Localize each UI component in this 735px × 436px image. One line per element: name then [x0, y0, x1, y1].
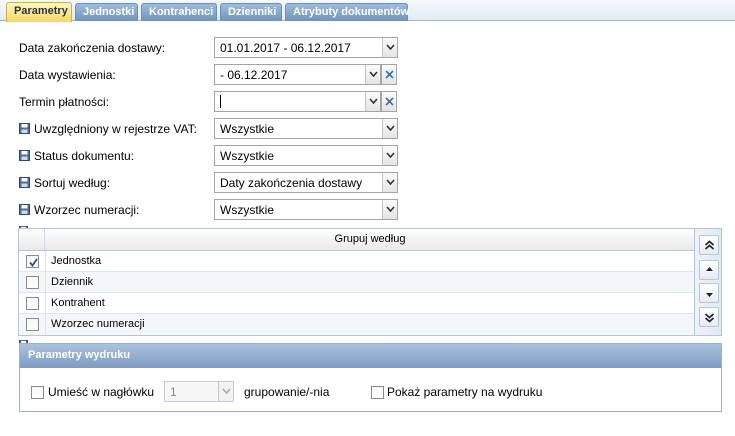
- payment-term-label: Termin płatności:: [19, 95, 110, 109]
- tab-label: Kontrahenci: [149, 6, 214, 18]
- row-checkbox[interactable]: [26, 297, 39, 310]
- delivery-date-value: 01.01.2017 - 06.12.2017: [220, 41, 351, 55]
- numbering-label-wrap: Wzorzec numeracji:: [19, 203, 139, 217]
- vat-register-value: Wszystkie: [220, 122, 274, 136]
- vat-register-combo[interactable]: Wszystkie: [214, 118, 398, 139]
- sort-by-label: Sortuj według:: [34, 176, 111, 190]
- move-down-button[interactable]: [699, 283, 719, 303]
- grid-header-title: Grupuj według: [334, 233, 406, 245]
- floppy-disk-icon[interactable]: [19, 204, 30, 215]
- row-label: Kontrahent: [45, 293, 105, 313]
- tab-label: Atrybuty dokumentów: [293, 6, 410, 18]
- issue-date-clear-button[interactable]: [381, 64, 397, 85]
- text-cursor: [220, 95, 221, 108]
- double-arrow-up-icon: [704, 240, 715, 250]
- tab-label: Parametry: [14, 5, 68, 17]
- row-checkbox[interactable]: [26, 276, 39, 289]
- payment-term-clear-button[interactable]: [381, 91, 397, 112]
- show-params-checkbox[interactable]: [371, 386, 384, 399]
- chevron-down-icon[interactable]: [365, 92, 380, 111]
- delivery-date-label: Data zakończenia dostawy:: [19, 41, 166, 55]
- header-grouping-label: Umieść w nagłówku: [48, 385, 155, 399]
- sort-by-combo[interactable]: Daty zakończenia dostawy: [214, 172, 398, 193]
- print-params-title: Parametry wydruku: [28, 349, 131, 361]
- numbering-label: Wzorzec numeracji:: [34, 203, 140, 217]
- numbering-combo[interactable]: Wszystkie: [214, 199, 398, 220]
- vat-register-label: Uwzględniony w rejestrze VAT:: [34, 122, 197, 136]
- floppy-disk-icon[interactable]: [19, 150, 30, 161]
- sort-by-label-wrap: Sortuj według:: [19, 176, 110, 190]
- chevron-down-icon[interactable]: [382, 119, 397, 138]
- chevron-down-icon[interactable]: [382, 38, 397, 57]
- show-params-label: Pokaż parametry na wydruku: [387, 385, 543, 399]
- print-params-header: Parametry wydruku: [20, 344, 721, 368]
- grouping-count-combo[interactable]: 1: [164, 381, 234, 402]
- doc-status-label-wrap: Status dokumentu:: [19, 149, 134, 163]
- tab-parametry[interactable]: Parametry: [6, 2, 72, 22]
- floppy-disk-icon[interactable]: [19, 177, 30, 188]
- tab-atrybuty-dokumentow[interactable]: Atrybuty dokumentów: [285, 3, 410, 21]
- tab-label: Dzienniki: [228, 6, 277, 18]
- issue-date-value: - 06.12.2017: [220, 68, 288, 82]
- tab-label: Jednostki: [83, 6, 135, 18]
- checkmark-icon: [29, 258, 38, 267]
- close-icon: [385, 97, 394, 106]
- doc-status-value: Wszystkie: [220, 149, 274, 163]
- arrow-up-icon: [706, 267, 713, 271]
- grouping-suffix-label: grupowanie/-nia: [244, 385, 330, 399]
- doc-status-combo[interactable]: Wszystkie: [214, 145, 398, 166]
- chevron-down-icon[interactable]: [365, 65, 380, 84]
- grouping-count-value: 1: [170, 385, 177, 399]
- row-label: Jednostka: [45, 251, 101, 271]
- header-grouping-checkbox[interactable]: [31, 386, 44, 399]
- chevron-down-icon[interactable]: [382, 200, 397, 219]
- print-params-panel: Parametry wydruku Umieść w nagłówku 1 gr…: [19, 343, 722, 412]
- row-checkbox[interactable]: [26, 318, 39, 331]
- row-label: Dziennik: [45, 272, 93, 292]
- grid-header-check-column: [19, 229, 45, 250]
- sort-by-value: Daty zakończenia dostawy: [220, 176, 363, 190]
- grid-header: Grupuj według: [19, 229, 695, 251]
- tab-dzienniki[interactable]: Dzienniki: [220, 3, 282, 21]
- chevron-down-icon[interactable]: [382, 146, 397, 165]
- table-row[interactable]: Jednostka: [19, 251, 695, 272]
- table-row[interactable]: Dziennik: [19, 272, 695, 293]
- arrow-down-icon: [706, 293, 713, 297]
- tab-strip: Parametry Jednostki Kontrahenci Dziennik…: [0, 0, 735, 22]
- issue-date-combo[interactable]: - 06.12.2017: [214, 64, 381, 85]
- payment-term-combo[interactable]: [214, 91, 381, 112]
- chevron-down-icon[interactable]: [218, 382, 233, 401]
- vat-register-label-wrap: Uwzględniony w rejestrze VAT:: [19, 122, 197, 136]
- floppy-disk-icon[interactable]: [19, 123, 30, 134]
- issue-date-label: Data wystawienia:: [19, 68, 116, 82]
- numbering-value: Wszystkie: [220, 203, 274, 217]
- group-by-grid: Grupuj według Jednostka Dziennik Kontrah…: [18, 228, 722, 336]
- double-arrow-down-icon: [704, 313, 715, 323]
- row-label: Wzorzec numeracji: [45, 314, 145, 334]
- tab-kontrahenci[interactable]: Kontrahenci: [141, 3, 217, 21]
- move-up-button[interactable]: [699, 260, 719, 280]
- tab-jednostki[interactable]: Jednostki: [75, 3, 138, 21]
- close-icon: [385, 70, 394, 79]
- move-top-button[interactable]: [699, 235, 719, 255]
- move-bottom-button[interactable]: [699, 307, 719, 327]
- chevron-down-icon[interactable]: [382, 173, 397, 192]
- table-row[interactable]: Wzorzec numeracji: [19, 314, 695, 335]
- grid-order-toolbar: [694, 229, 721, 335]
- table-row[interactable]: Kontrahent: [19, 293, 695, 314]
- row-checkbox[interactable]: [26, 255, 39, 268]
- delivery-date-combo[interactable]: 01.01.2017 - 06.12.2017: [214, 37, 398, 58]
- doc-status-label: Status dokumentu:: [34, 149, 135, 163]
